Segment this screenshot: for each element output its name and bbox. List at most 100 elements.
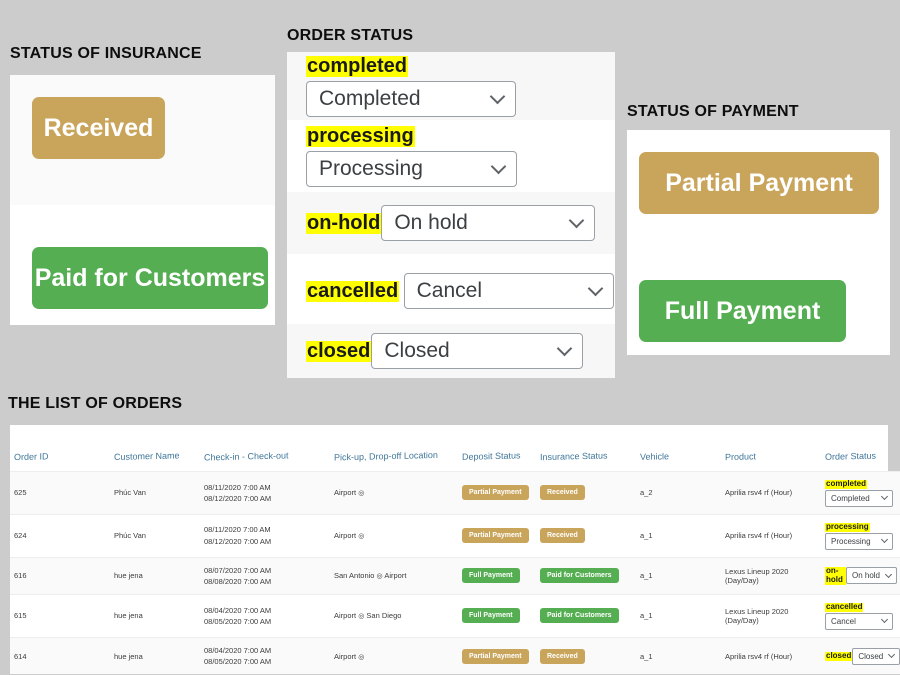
order-status-row-processing: processing Processing	[287, 120, 615, 192]
cell-order-id[interactable]: 616	[10, 556, 110, 595]
order-status-group: processing Processing	[825, 522, 897, 550]
col-pickup-dropoff: Pick-up, Drop-off Location	[334, 449, 438, 463]
select-order-status-completed[interactable]: Completed	[306, 80, 516, 117]
badge-received[interactable]: Received	[32, 97, 165, 159]
cell-location: Airport ◎	[330, 471, 458, 515]
cell-location: Airport ◎ San Diego	[330, 594, 458, 638]
select-value-cancelled: Cancel	[416, 279, 482, 302]
checkout-date: 08/12/2020 7:00 AM	[204, 536, 272, 546]
cell-order-status: completed Completed	[821, 471, 900, 515]
select-order-status[interactable]: Completed	[825, 489, 893, 507]
orders-table-header-row: Order ID Customer Name Check-in - Check-…	[10, 425, 900, 472]
cell-deposit-status: Partial Payment	[458, 636, 536, 675]
chevron-down-icon	[490, 158, 507, 174]
cell-product: Aprilia rsv4 rf (Hour)	[721, 513, 821, 558]
badge-insurance-status[interactable]: Paid for Customers	[540, 608, 619, 624]
badge-deposit-status[interactable]: Partial Payment	[462, 485, 529, 501]
badge-partial-payment[interactable]: Partial Payment	[639, 152, 879, 214]
cell-product: Lexus Lineup 2020 (Day/Day)	[721, 556, 821, 595]
order-status-section-title: ORDER STATUS	[287, 27, 414, 44]
status-key-badge: completed	[825, 479, 868, 489]
orders-section-title: THE LIST OF ORDERS	[8, 395, 183, 412]
status-key-on-hold: on-hold	[306, 211, 382, 234]
badge-paid-for-customers[interactable]: Paid for Customers	[32, 247, 268, 309]
col-product: Product	[725, 451, 757, 463]
location-primary: San Antonio	[334, 571, 375, 581]
cell-order-id[interactable]: 614	[10, 636, 110, 675]
checkin-date: 08/11/2020 7:00 AM	[204, 482, 271, 492]
location-separator-icon: ◎	[358, 489, 365, 498]
cell-deposit-status: Partial Payment	[458, 471, 536, 515]
chevron-down-icon	[569, 212, 585, 229]
location-secondary: San Diego	[366, 611, 402, 621]
badge-insurance-status[interactable]: Paid for Customers	[540, 568, 619, 584]
cell-deposit-status: Full Payment	[458, 594, 536, 638]
col-deposit-status: Deposit Status	[462, 450, 521, 462]
status-key-badge: processing	[825, 521, 870, 532]
table-row[interactable]: 614 hue jena 08/04/2020 7:00 AM 08/05/20…	[10, 636, 900, 675]
location-separator-icon: ◎	[376, 572, 383, 581]
checkout-date: 08/12/2020 7:00 AM	[204, 493, 272, 503]
screenshot-root: STATUS OF INSURANCE Received Paid for Cu…	[0, 0, 900, 675]
cell-insurance-status: Received	[536, 513, 636, 558]
select-value: Cancel	[831, 616, 856, 626]
table-row[interactable]: 615 hue jena 08/04/2020 7:00 AM 08/05/20…	[10, 594, 900, 638]
select-order-status-on-hold[interactable]: On hold	[381, 205, 596, 241]
select-value: Processing	[831, 536, 871, 546]
cell-order-id[interactable]: 625	[10, 471, 110, 515]
cell-order-id[interactable]: 624	[10, 513, 110, 558]
cell-order-status: processing Processing	[821, 513, 900, 558]
badge-deposit-status[interactable]: Full Payment	[462, 568, 520, 584]
status-key-badge: closed	[825, 650, 853, 661]
chevron-down-icon	[880, 493, 889, 501]
location-primary: Airport	[334, 651, 357, 661]
select-order-status[interactable]: Cancel	[825, 612, 893, 630]
cell-dates: 08/11/2020 7:00 AM 08/12/2020 7:00 AM	[200, 513, 330, 558]
order-status-row-closed: closed Closed	[287, 324, 615, 378]
cell-customer-name: hue jena	[110, 594, 200, 638]
cell-customer-name: Phúc Van	[110, 513, 200, 558]
select-order-status-cancelled[interactable]: Cancel	[403, 273, 614, 309]
badge-deposit-status[interactable]: Partial Payment	[462, 648, 529, 664]
checkin-date: 08/04/2020 7:00 AM	[204, 645, 272, 655]
select-order-status[interactable]: On hold	[845, 567, 897, 585]
order-status-group: completed Completed	[825, 479, 897, 507]
select-order-status[interactable]: Closed	[852, 647, 900, 665]
cell-order-id[interactable]: 615	[10, 594, 110, 638]
orders-table-card: Order ID Customer Name Check-in - Check-…	[10, 425, 900, 675]
table-row[interactable]: 616 hue jena 08/07/2020 7:00 AM 08/08/20…	[10, 556, 900, 595]
select-order-status-closed[interactable]: Closed	[371, 333, 584, 369]
insurance-section-title: STATUS OF INSURANCE	[10, 45, 202, 62]
cell-dates: 08/11/2020 7:00 AM 08/12/2020 7:00 AM	[200, 471, 330, 515]
cell-deposit-status: Full Payment	[458, 556, 536, 595]
badge-insurance-status[interactable]: Received	[540, 528, 585, 544]
cell-order-status: on-hold On hold	[821, 556, 900, 595]
badge-deposit-status[interactable]: Partial Payment	[462, 528, 529, 544]
status-key-closed: closed	[306, 339, 372, 362]
checkin-date: 08/04/2020 7:00 AM	[204, 605, 272, 615]
table-row[interactable]: 624 Phúc Van 08/11/2020 7:00 AM 08/12/20…	[10, 513, 900, 558]
cell-customer-name: hue jena	[110, 556, 200, 595]
orders-table: Order ID Customer Name Check-in - Check-…	[10, 425, 900, 675]
select-order-status[interactable]: Processing	[825, 532, 893, 550]
badge-deposit-status[interactable]: Full Payment	[462, 608, 520, 624]
checkout-date: 08/08/2020 7:00 AM	[204, 576, 272, 586]
cell-dates: 08/07/2020 7:00 AM 08/08/2020 7:00 AM	[200, 556, 330, 595]
select-value: On hold	[851, 571, 880, 581]
chevron-down-icon	[880, 536, 889, 544]
cell-insurance-status: Paid for Customers	[536, 594, 636, 638]
badge-full-payment[interactable]: Full Payment	[639, 280, 846, 342]
badge-insurance-status[interactable]: Received	[540, 485, 585, 501]
status-key-cancelled: cancelled	[306, 280, 400, 302]
col-insurance-status: Insurance Status	[540, 450, 608, 463]
chevron-down-icon	[489, 88, 506, 104]
select-value: Closed	[858, 651, 884, 661]
badge-insurance-status[interactable]: Received	[540, 648, 585, 664]
payment-section-title: STATUS OF PAYMENT	[627, 103, 799, 120]
status-key-completed: completed	[306, 54, 409, 77]
table-row[interactable]: 625 Phúc Van 08/11/2020 7:00 AM 08/12/20…	[10, 471, 900, 515]
select-order-status-processing[interactable]: Processing	[306, 150, 517, 187]
select-value-completed: Completed	[319, 86, 421, 110]
cell-insurance-status: Paid for Customers	[536, 556, 636, 595]
cell-dates: 08/04/2020 7:00 AM 08/05/2020 7:00 AM	[200, 594, 330, 638]
